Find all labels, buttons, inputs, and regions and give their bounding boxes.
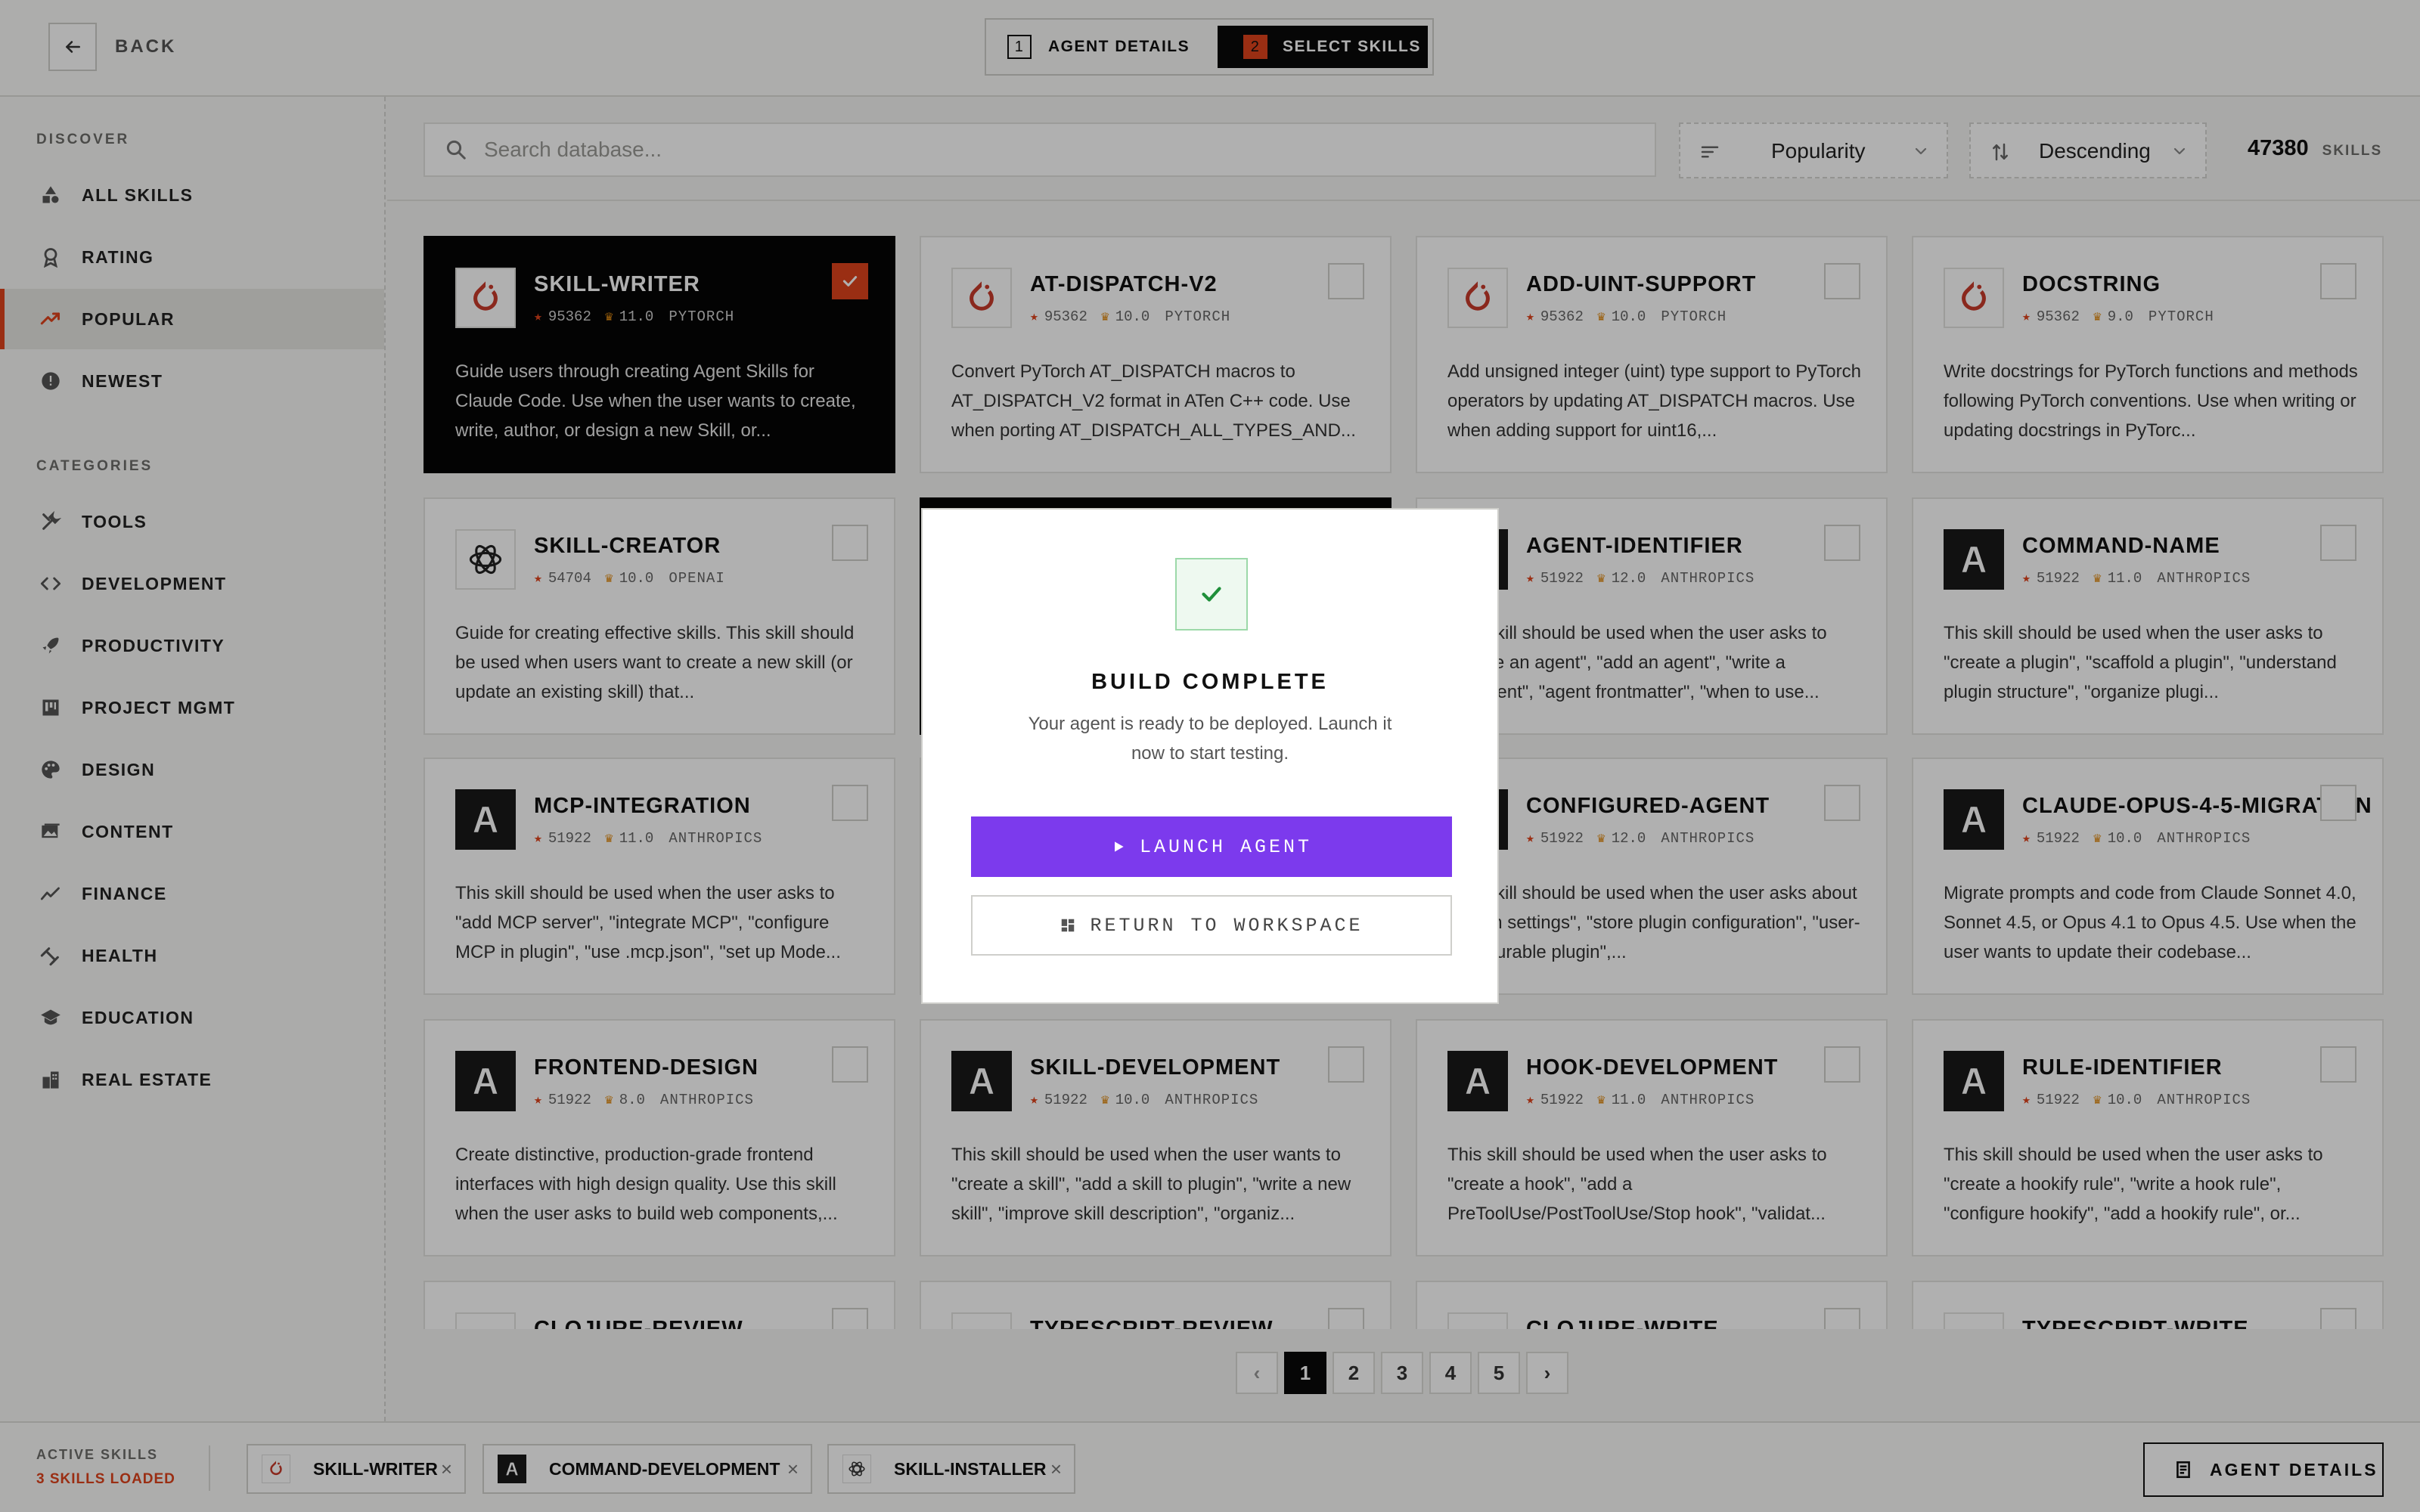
dashboard-icon [1062,919,1075,932]
build-complete-dialog: BUILD COMPLETE Your agent is ready to be… [921,508,1499,1004]
dialog-message: Your agent is ready to be deployed. Laun… [1028,714,1392,764]
return-to-workspace-label: RETURN TO WORKSPACE [1090,914,1364,937]
success-check-icon [1175,558,1248,631]
return-to-workspace-button[interactable]: RETURN TO WORKSPACE [971,895,1452,956]
dialog-title: BUILD COMPLETE [1091,670,1329,694]
play-icon [1114,841,1124,852]
launch-agent-button[interactable]: LAUNCH AGENT [971,816,1452,877]
launch-agent-label: LAUNCH AGENT [1139,835,1313,858]
